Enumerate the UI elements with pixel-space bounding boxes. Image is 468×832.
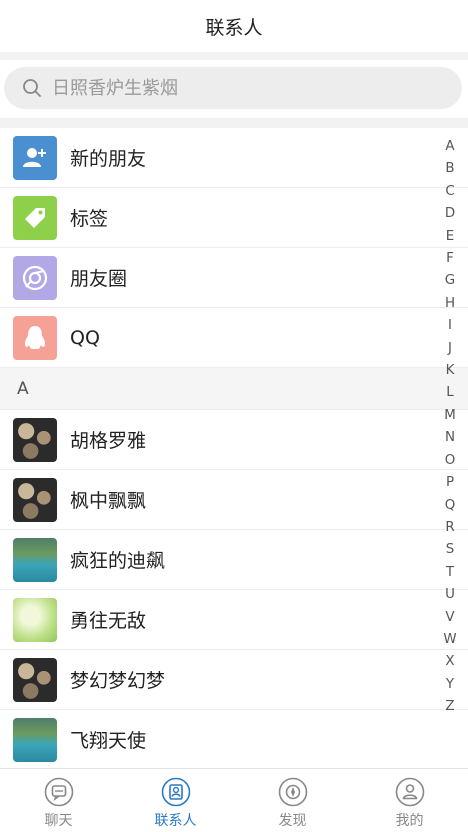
- lake-photo-avatar: [13, 537, 57, 582]
- index-letter[interactable]: U: [445, 584, 455, 606]
- bottom-tab-bar: 聊天 联系人 发现 我的: [0, 768, 468, 832]
- tab-contacts[interactable]: 联系人: [117, 769, 234, 832]
- index-letter[interactable]: L: [446, 382, 453, 404]
- stones-photo-avatar: [13, 657, 57, 702]
- search-bar: [0, 60, 468, 118]
- index-letter[interactable]: B: [445, 158, 454, 180]
- profile-icon: [395, 777, 424, 807]
- contact-item[interactable]: 枫中飘飘: [0, 470, 468, 530]
- index-letter[interactable]: S: [446, 539, 455, 561]
- moments-label: 朋友圈: [70, 268, 128, 290]
- stones-photo-avatar: [13, 477, 57, 522]
- contact-name: 勇往无敌: [70, 610, 147, 632]
- add-friend-icon: [13, 135, 57, 180]
- tab-chat[interactable]: 聊天: [0, 769, 117, 832]
- qq-label: QQ: [70, 326, 100, 349]
- contact-list: 新的朋友 标签 朋友圈 QQ A 胡格罗雅 枫中飘飘 疯狂的迪飙 勇往无敌 梦幻…: [0, 128, 468, 770]
- divider: [0, 52, 468, 60]
- index-letter[interactable]: Z: [445, 696, 454, 718]
- contact-item[interactable]: 胡格罗雅: [0, 410, 468, 470]
- tab-discover[interactable]: 发现: [234, 769, 351, 832]
- contact-name: 飞翔天使: [70, 730, 147, 752]
- lake-photo-avatar: [13, 717, 57, 762]
- discover-icon: [278, 777, 307, 807]
- index-letter[interactable]: N: [445, 427, 455, 449]
- new-friends-item[interactable]: 新的朋友: [0, 128, 468, 188]
- contact-name: 枫中飘飘: [70, 490, 147, 512]
- contact-item[interactable]: 飞翔天使: [0, 710, 468, 770]
- index-letter[interactable]: R: [445, 517, 454, 539]
- index-letter[interactable]: A: [445, 136, 454, 158]
- index-letter[interactable]: X: [445, 651, 454, 673]
- contact-item[interactable]: 梦幻梦幻梦: [0, 650, 468, 710]
- index-letter[interactable]: W: [443, 629, 456, 651]
- qq-item[interactable]: QQ: [0, 308, 468, 368]
- index-letter[interactable]: T: [446, 562, 454, 584]
- moments-icon: [13, 255, 57, 300]
- index-letter[interactable]: C: [445, 181, 454, 203]
- index-letter[interactable]: O: [445, 450, 456, 472]
- alphabet-index[interactable]: ABCDEFGHIJKLMNOPQRSTUVWXYZ: [440, 136, 460, 719]
- tags-label: 标签: [70, 208, 109, 230]
- contact-item[interactable]: 疯狂的迪飙: [0, 530, 468, 590]
- contacts-icon: [161, 777, 190, 807]
- contact-name: 梦幻梦幻梦: [70, 670, 166, 692]
- index-letter[interactable]: Y: [446, 674, 454, 696]
- tab-profile[interactable]: 我的: [351, 769, 468, 832]
- index-letter[interactable]: I: [448, 315, 452, 337]
- section-letter: A: [17, 378, 29, 399]
- index-letter[interactable]: K: [446, 360, 455, 382]
- stones-photo-avatar: [13, 417, 57, 462]
- tab-label: 发现: [278, 813, 307, 829]
- index-letter[interactable]: D: [445, 203, 455, 225]
- moments-item[interactable]: 朋友圈: [0, 248, 468, 308]
- tab-label: 聊天: [44, 813, 73, 829]
- search-input[interactable]: [52, 77, 432, 99]
- search-icon: [23, 79, 41, 97]
- contact-item[interactable]: 勇往无敌: [0, 590, 468, 650]
- chat-icon: [44, 777, 73, 807]
- index-letter[interactable]: G: [445, 270, 455, 292]
- qq-penguin-icon: [13, 315, 57, 360]
- index-letter[interactable]: Q: [445, 495, 456, 517]
- index-letter[interactable]: E: [446, 226, 454, 248]
- index-letter[interactable]: V: [445, 607, 454, 629]
- new-friends-label: 新的朋友: [70, 148, 147, 170]
- tag-icon: [13, 195, 57, 240]
- tab-label: 联系人: [154, 813, 197, 829]
- section-header-a: A: [0, 368, 468, 410]
- index-letter[interactable]: F: [446, 248, 454, 270]
- index-letter[interactable]: P: [446, 472, 454, 494]
- index-letter[interactable]: J: [448, 338, 452, 360]
- index-letter[interactable]: M: [444, 405, 456, 427]
- contact-name: 胡格罗雅: [70, 430, 147, 452]
- index-letter[interactable]: H: [445, 293, 455, 315]
- green-photo-avatar: [13, 597, 57, 642]
- contact-name: 疯狂的迪飙: [70, 550, 166, 572]
- page-title: 联系人: [205, 16, 263, 39]
- tab-label: 我的: [395, 813, 424, 829]
- search-box[interactable]: [4, 67, 462, 109]
- tags-item[interactable]: 标签: [0, 188, 468, 248]
- divider: [0, 118, 468, 128]
- page-header: 联系人: [0, 0, 468, 52]
